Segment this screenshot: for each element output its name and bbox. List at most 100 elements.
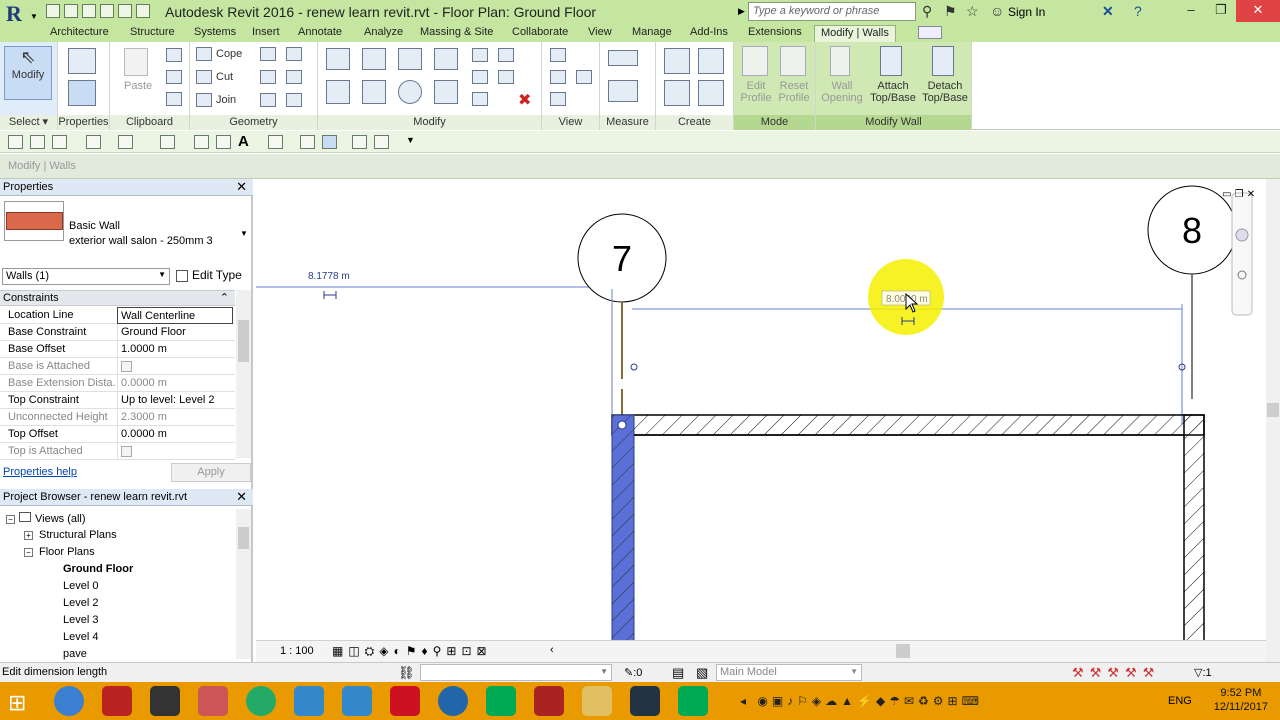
tree-node-level-0[interactable]: Level 0 (63, 580, 98, 592)
match-properties-icon[interactable] (166, 92, 182, 106)
cut-clipboard-icon[interactable] (166, 48, 182, 62)
type-name[interactable]: exterior wall salon - 250mm 3 (69, 235, 213, 247)
wall-end-grip[interactable] (617, 420, 627, 430)
tag-icon[interactable] (216, 135, 231, 149)
windows-start-icon[interactable]: ⊞ (8, 690, 26, 716)
mirror-draw-icon[interactable] (434, 48, 458, 70)
apply-button[interactable]: Apply (171, 463, 251, 482)
ribbon-minimize-toggle[interactable] (918, 26, 942, 39)
paint-icon[interactable] (286, 70, 302, 84)
tab-modify-walls[interactable]: Modify | Walls (814, 25, 896, 42)
hammer-icon[interactable] (286, 93, 302, 107)
demolish-icon[interactable] (260, 70, 276, 84)
cope-icon[interactable] (196, 47, 212, 61)
close-hidden-icon[interactable] (352, 135, 367, 149)
design-options-icon[interactable]: ▤ (672, 665, 684, 681)
close-icon[interactable]: ✕ (236, 179, 247, 195)
linework-icon[interactable] (550, 92, 566, 106)
restore-button[interactable]: ❐ (1206, 0, 1236, 22)
properties-icon[interactable] (68, 80, 96, 106)
view-controls-icon[interactable]: ▭ ❐ ✕ (1222, 189, 1255, 200)
tree-node-level-3[interactable]: Level 3 (63, 614, 98, 626)
editing-requests[interactable]: ✎:0 (624, 666, 642, 679)
customize-toolbar-icon[interactable]: ▼ (406, 135, 415, 145)
split-icon[interactable] (472, 48, 488, 62)
view-tools-icon[interactable] (576, 70, 592, 84)
cope-label[interactable]: Cope (216, 48, 242, 60)
tab-massing-site[interactable]: Massing & Site (414, 25, 499, 42)
text-tool-icon[interactable]: A (238, 133, 249, 150)
tfp-app-icon[interactable] (294, 686, 324, 716)
chrome-app-icon[interactable] (246, 686, 276, 716)
tree-node-floor-plans[interactable]: − Floor Plans (24, 546, 95, 558)
switch-windows-icon[interactable] (374, 135, 389, 149)
attach-top-base-button[interactable]: Attach Top/Base (868, 80, 918, 104)
lock-icon[interactable] (323, 291, 337, 299)
save-icon[interactable] (64, 4, 78, 18)
scroll-left-icon[interactable]: ‹ (550, 644, 554, 656)
measure-icon[interactable] (608, 50, 638, 66)
scroll-thumb[interactable] (238, 527, 249, 549)
hide-in-view-icon[interactable] (550, 48, 566, 62)
open-file-icon[interactable] (8, 135, 23, 149)
navigation-bar[interactable] (1231, 192, 1253, 316)
view-scale[interactable]: 1 : 100 (280, 645, 314, 657)
scroll-thumb[interactable] (1267, 403, 1279, 417)
binoculars-icon[interactable]: ⚲ (922, 3, 932, 20)
view-control-icons[interactable]: ▦◫⛭◈◐⚑♦⚲⊞⊡⊠ (332, 644, 492, 659)
redo-icon[interactable] (118, 4, 132, 18)
align-icon[interactable] (326, 48, 350, 70)
scale-icon[interactable] (472, 92, 488, 106)
top-constraint-field[interactable]: Up to level: Level 2 (117, 392, 233, 409)
clock[interactable]: 9:52 PM 12/11/2017 (1214, 686, 1268, 714)
edit-type-button[interactable]: Edit Type (176, 268, 242, 282)
workset-select[interactable]: ▼ (420, 664, 612, 681)
help-icon[interactable]: ? (1134, 3, 1142, 19)
save-file-icon[interactable] (30, 135, 45, 149)
creative-cloud-icon[interactable] (390, 686, 420, 716)
wall-joins-icon[interactable] (260, 47, 276, 61)
browser-app-icon[interactable] (54, 686, 84, 716)
grip[interactable] (630, 363, 638, 371)
override-graphics-icon[interactable] (550, 70, 566, 84)
scroll-thumb[interactable] (238, 320, 249, 362)
worksets-icon[interactable]: ⛓ (398, 665, 415, 681)
subscription-icon[interactable]: ⚑ (944, 3, 957, 20)
location-line-field[interactable]: Wall Centerline (117, 307, 233, 324)
modify-button[interactable]: ⇖ Modify (4, 46, 52, 100)
copy-icon[interactable] (166, 70, 182, 84)
record-app-icon[interactable] (438, 686, 468, 716)
media-app-icon[interactable] (102, 686, 132, 716)
tab-systems[interactable]: Systems (188, 25, 242, 42)
wall-top[interactable] (611, 414, 1205, 436)
offset-icon[interactable] (362, 48, 386, 70)
language-indicator[interactable]: ENG (1168, 695, 1192, 707)
create-similar-icon[interactable] (698, 80, 724, 106)
steering-wheel-icon[interactable] (1235, 228, 1249, 242)
app-menu-button[interactable]: R ▼ (0, 0, 40, 26)
detach-top-base-button[interactable]: Detach Top/Base (920, 80, 970, 104)
delete-icon[interactable]: ✖ (518, 90, 531, 110)
dimension-icon[interactable] (608, 80, 638, 102)
undo-icon[interactable] (100, 4, 114, 18)
split-face-icon[interactable] (286, 47, 302, 61)
3d-view-icon[interactable] (268, 135, 283, 149)
close-button[interactable]: ✕ (1236, 0, 1280, 22)
undo-button-icon[interactable] (86, 135, 101, 149)
type-dropdown-icon[interactable]: ▼ (240, 229, 248, 238)
remove-paint-icon[interactable] (260, 93, 276, 107)
camtasia-recorder-icon[interactable] (678, 686, 708, 716)
hscroll-thumb[interactable] (896, 644, 910, 658)
sign-in-button[interactable]: Sign In (1008, 5, 1045, 19)
dimension-label-left[interactable]: 8.1778 m (308, 271, 350, 282)
tab-annotate[interactable]: Annotate (292, 25, 348, 42)
tree-node-level-2[interactable]: Level 2 (63, 597, 98, 609)
create-group-icon[interactable] (664, 80, 690, 106)
pin-icon[interactable] (498, 48, 514, 62)
select-panel-label[interactable]: Select ▾ (0, 115, 57, 130)
tab-insert[interactable]: Insert (246, 25, 286, 42)
trim-extend-icon[interactable] (434, 80, 458, 104)
unpin-icon[interactable] (498, 70, 514, 84)
tab-add-ins[interactable]: Add-Ins (684, 25, 734, 42)
wall-right[interactable] (1183, 414, 1205, 662)
